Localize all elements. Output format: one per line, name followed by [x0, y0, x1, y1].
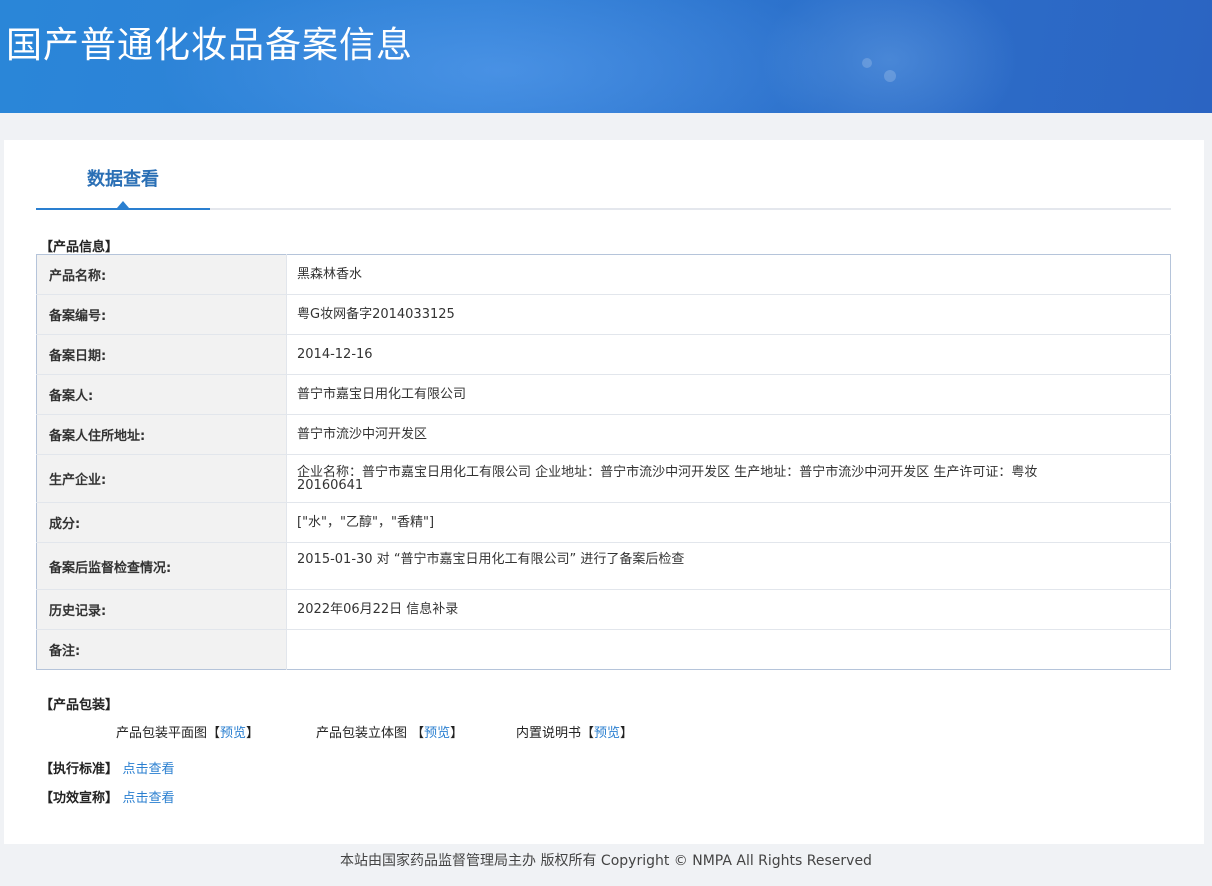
- standard-row: 【执行标准】 点击查看: [40, 758, 175, 777]
- preview-3d-link[interactable]: 预览: [424, 726, 450, 741]
- header-decor-dot: [862, 58, 872, 68]
- product-info-title: 【产品信息】: [40, 240, 119, 255]
- row-value: 企业名称：普宁市嘉宝日用化工有限公司 企业地址：普宁市流沙中河开发区 生产地址：…: [286, 454, 1171, 503]
- page-header: 国产普通化妆品备案信息: [0, 0, 1212, 113]
- inspection-text: 2015-01-30 对 “普宁市嘉宝日用化工有限公司” 进行了备案后检查: [297, 552, 685, 567]
- bracket-open: 【: [411, 726, 425, 741]
- bracket-open: 【: [207, 726, 221, 741]
- table-row: 备案人: 普宁市嘉宝日用化工有限公司: [36, 374, 1171, 415]
- efficacy-view-link[interactable]: 点击查看: [123, 791, 175, 806]
- product-info-table: 产品名称: 黑森林香水 备案编号: 粤G妆网备字2014033125 备案日期:…: [36, 254, 1171, 670]
- bracket-close: 】: [450, 726, 464, 741]
- tab-bar: 数据查看: [36, 160, 1171, 210]
- tab-active-caret: [117, 201, 129, 208]
- packaging-title: 【产品包装】: [40, 698, 119, 713]
- table-row: 备注:: [36, 629, 1171, 670]
- packaging-item-manual: 内置说明书【预览】: [516, 722, 633, 741]
- row-label: 历史记录:: [36, 589, 287, 630]
- row-label: 成分:: [36, 502, 287, 543]
- tab-label: 数据查看: [87, 169, 159, 190]
- table-row: 生产企业: 企业名称：普宁市嘉宝日用化工有限公司 企业地址：普宁市流沙中河开发区…: [36, 454, 1171, 503]
- row-label: 产品名称:: [36, 254, 287, 295]
- standard-label: 【执行标准】: [40, 762, 119, 777]
- bracket-close: 】: [620, 726, 634, 741]
- table-row: 备案人住所地址: 普宁市流沙中河开发区: [36, 414, 1171, 455]
- preview-flat-link[interactable]: 预览: [220, 726, 246, 741]
- packaging-item-flat: 产品包装平面图【预览】: [116, 722, 259, 741]
- content-panel: 数据查看 【产品信息】 产品名称: 黑森林香水 备案编号: 粤G妆网备字2014…: [4, 140, 1204, 844]
- efficacy-row: 【功效宣称】 点击查看: [40, 787, 175, 806]
- manufacturer-license-number: 20160641: [297, 477, 364, 493]
- row-value: 粤G妆网备字2014033125: [286, 294, 1171, 335]
- table-row: 历史记录: 2022年06月22日 信息补录: [36, 589, 1171, 630]
- table-row: 备案日期: 2014-12-16: [36, 334, 1171, 375]
- row-value: 普宁市嘉宝日用化工有限公司: [286, 374, 1171, 415]
- row-label: 备案后监督检查情况:: [36, 542, 287, 590]
- packaging-item-label: 产品包装立体图: [316, 726, 412, 741]
- efficacy-label: 【功效宣称】: [40, 791, 119, 806]
- tab-data-view[interactable]: 数据查看: [36, 160, 210, 210]
- page-footer: 本站由国家药品监督管理局主办 版权所有 Copyright © NMPA All…: [340, 853, 872, 869]
- row-value: 黑森林香水: [286, 254, 1171, 295]
- table-row: 备案后监督检查情况: 2015-01-30 对 “普宁市嘉宝日用化工有限公司” …: [36, 542, 1171, 590]
- packaging-item-3d: 产品包装立体图 【预览】: [316, 722, 463, 741]
- row-label: 备案人住所地址:: [36, 414, 287, 455]
- row-label: 备案日期:: [36, 334, 287, 375]
- page-title: 国产普通化妆品备案信息: [6, 25, 414, 66]
- row-label: 备案编号:: [36, 294, 287, 335]
- row-value: 2015-01-30 对 “普宁市嘉宝日用化工有限公司” 进行了备案后检查: [286, 542, 1171, 590]
- header-decor-dot: [884, 70, 896, 82]
- row-value: 2022年06月22日 信息补录: [286, 589, 1171, 630]
- table-row: 产品名称: 黑森林香水: [36, 254, 1171, 295]
- table-row: 成分: ["水"，"乙醇"，"香精"]: [36, 502, 1171, 543]
- preview-manual-link[interactable]: 预览: [594, 726, 620, 741]
- row-label: 生产企业:: [36, 454, 287, 503]
- row-value: [287, 630, 1171, 670]
- table-row: 备案编号: 粤G妆网备字2014033125: [36, 294, 1171, 335]
- manufacturer-details: 企业名称：普宁市嘉宝日用化工有限公司 企业地址：普宁市流沙中河开发区 生产地址：…: [297, 464, 1038, 480]
- row-value: ["水"，"乙醇"，"香精"]: [286, 502, 1171, 543]
- header-glow-right: [760, 0, 1020, 113]
- row-label: 备案人:: [36, 374, 287, 415]
- bracket-open: 【: [581, 726, 595, 741]
- row-label: 备注:: [36, 629, 287, 670]
- row-value: 普宁市流沙中河开发区: [286, 414, 1171, 455]
- packaging-item-label: 产品包装平面图: [116, 726, 208, 741]
- row-value: 2014-12-16: [286, 334, 1171, 375]
- packaging-item-label: 内置说明书: [516, 726, 582, 741]
- bracket-close: 】: [246, 726, 260, 741]
- standard-view-link[interactable]: 点击查看: [123, 762, 175, 777]
